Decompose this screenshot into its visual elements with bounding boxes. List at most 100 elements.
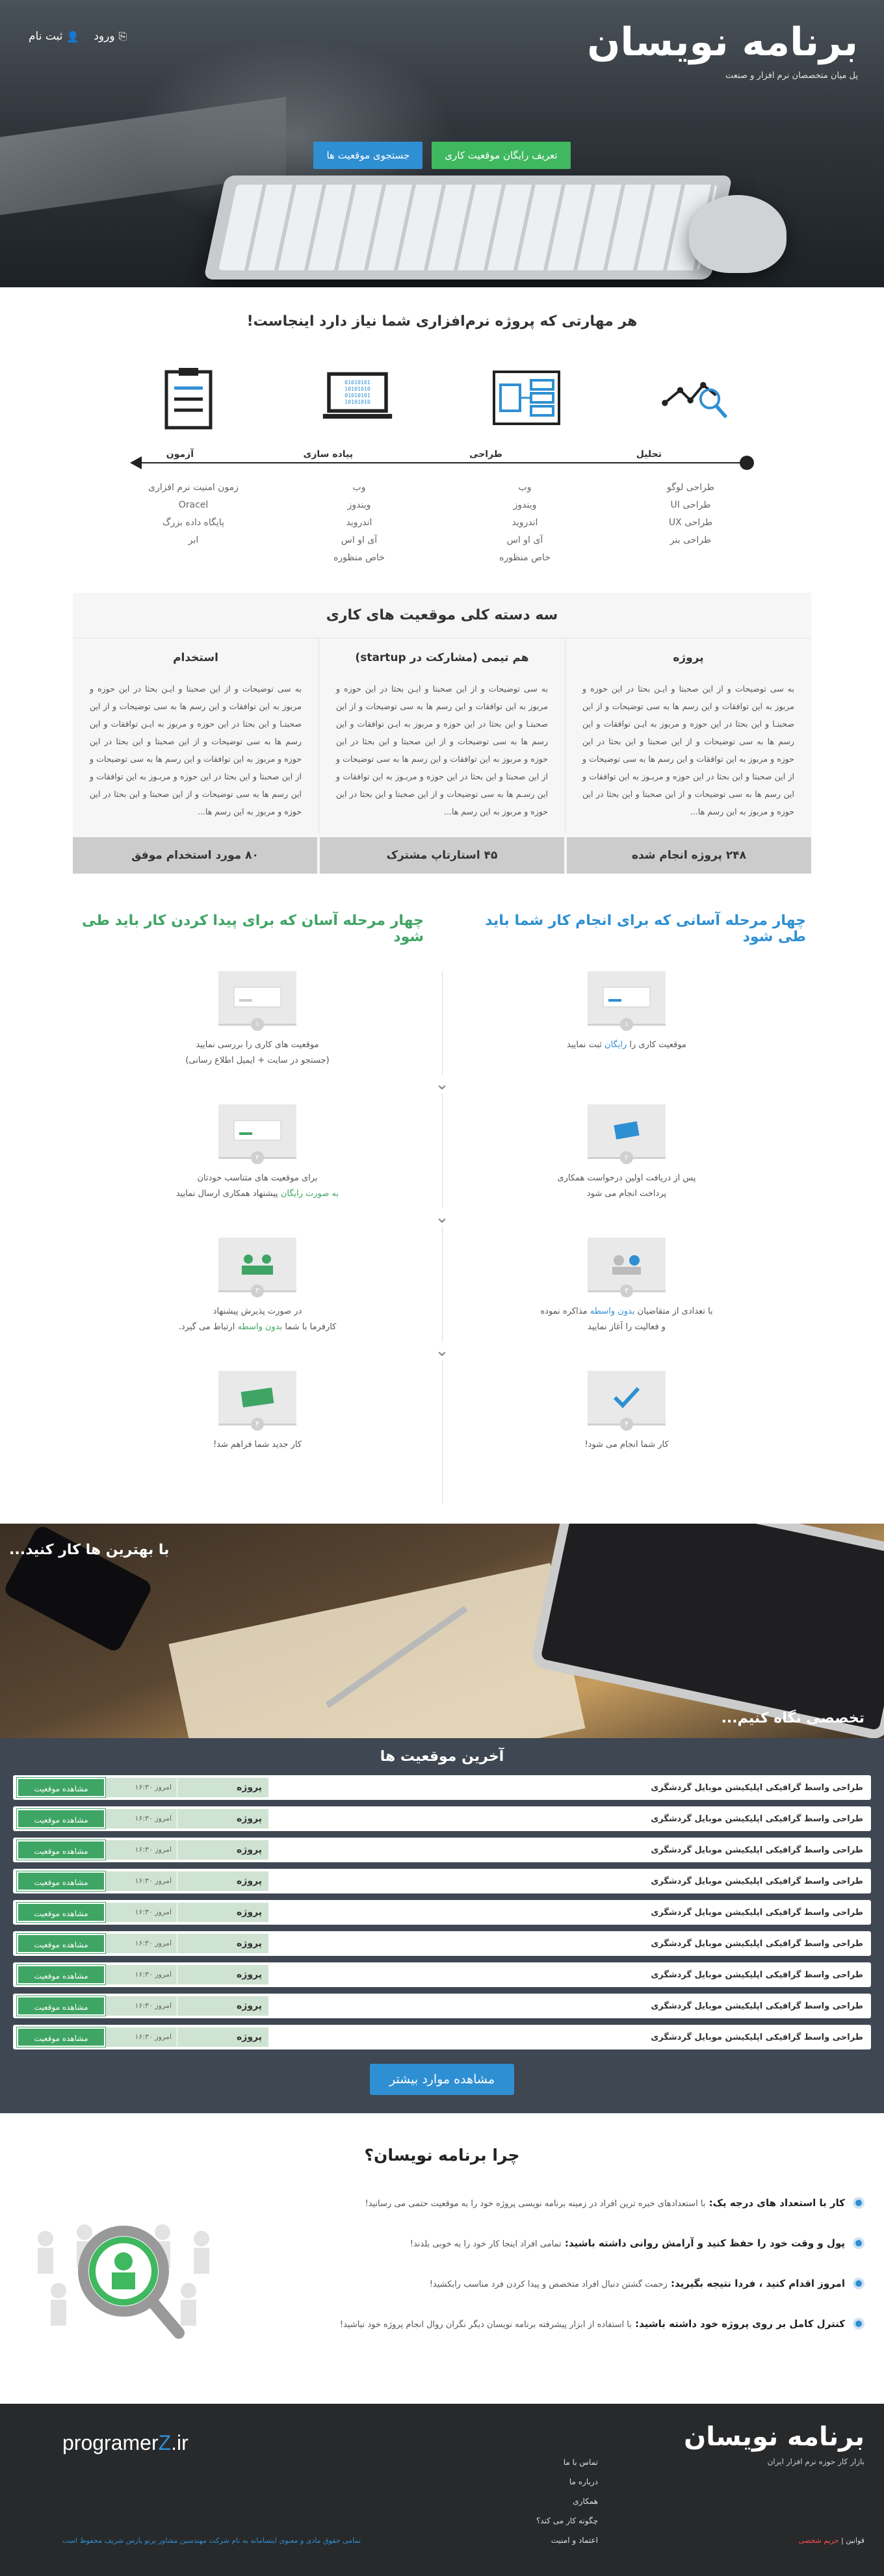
job-title[interactable]: طراحی واسط گرافیکی اپلیکیشن موبایل گردشگ… [268,1845,867,1855]
svg-text:01010101: 01010101 [344,379,370,385]
view-job-button[interactable]: مشاهده موقعیت [16,1840,106,1860]
job-title[interactable]: طراحی واسط گرافیکی اپلیکیشن موبایل گردشگ… [268,1814,867,1824]
footer-logo[interactable]: برنامه نویسان بازار کار حوزه نرم افزار ا… [684,2422,864,2466]
step-text-part: ثبت نمایید [567,1040,605,1050]
view-job-button[interactable]: مشاهده موقعیت [16,1871,106,1892]
job-title[interactable]: طراحی واسط گرافیکی اپلیکیشن موبایل گردشگ… [268,2001,867,2011]
step-illustration-icon: ۲ [218,1104,296,1164]
step-item: ۲ برای موقعیت های متناسب خودتان به صورت ر… [176,1104,339,1238]
why-section: چرا برنامه نویسان؟ کار با استعداد های در… [0,2113,884,2404]
skill-item: طراحی UX [668,517,713,528]
job-row[interactable]: طراحی واسط گرافیکی اپلیکیشن موبایل گردشگ… [13,1838,871,1862]
step-item: ۳ با تعدادی از متقاضیان بدون واسطه مذاکره… [540,1238,713,1371]
step-number: ۴ [620,1418,633,1431]
step-text-highlight: بدون واسطه [237,1322,283,1332]
step-number: ۲ [251,1151,264,1164]
job-title[interactable]: طراحی واسط گرافیکی اپلیکیشن موبایل گردشگ… [268,1908,867,1918]
stage-implementation: پیاده سازی [295,449,361,460]
footer-brand: programerZ.ir [62,2431,188,2455]
step-illustration-icon: ۱ [588,971,666,1031]
job-row[interactable]: طراحی واسط گرافیکی اپلیکیشن موبایل گردشگ… [13,1931,871,1956]
why-desc: زحمت گشتن دنبال افراد متخصص و پیدا کردن … [429,2280,668,2289]
job-row[interactable]: طراحی واسط گرافیکی اپلیکیشن موبایل گردشگ… [13,1869,871,1893]
step-number: ۲ [620,1151,633,1164]
footer-logo-text: برنامه نویسان [684,2422,864,2452]
search-jobs-button[interactable]: جستجوی موقعیت ها [313,142,423,169]
job-row[interactable]: طراحی واسط گرافیکی اپلیکیشن موبایل گردشگ… [13,1775,871,1800]
view-job-button[interactable]: مشاهده موقعیت [16,2027,106,2048]
step-illustration-icon: ۳ [588,1238,666,1297]
skills-title: هر مهارتی که پروژه نرم‌افزاری شما نیاز د… [246,313,638,330]
steps-section: چهار مرحله آسانی که برای انجام کار شما ب… [73,913,811,1504]
skill-item: زمون امنیت نرم افزاری [148,482,239,493]
brand-part: .ir [171,2431,188,2454]
skill-icons: 01010101 10101010 01010101 10101010 [0,362,884,434]
skill-item: ابر [188,535,199,545]
bullet-icon [853,2197,864,2209]
steps-employer-column: ۱ موقعیت کاری را رایگان ثبت نمایید ۲ پس از … [442,971,811,1504]
skills-section: هر مهارتی که پروژه نرم‌افزاری شما نیاز د… [0,287,884,580]
skill-item: طراحی بنر [670,535,712,545]
step-text: موقعیت های کاری را بررسی نمایید (جستجو د… [185,1037,329,1069]
step-item: ۲ پس از دریافت اولین درخواست همکاری پرداخ… [557,1104,696,1238]
step-text-part: کار جدید شما فراهم شد! [213,1440,302,1450]
hero-mouse-image [689,195,786,273]
job-date: امروز ۱۶:۳۰ [105,1840,177,1860]
step-text: کار جدید شما فراهم شد! [213,1437,302,1453]
define-job-button[interactable]: تعریف رایگان موقعیت کاری [432,142,571,169]
why-bold: امروز اقدام کنید ، فردا نتیجه بگیرید: [667,2278,845,2289]
stage-testing: آزمون [158,449,202,460]
category-teammate: هم تیمی (مشارکت در startup) به سی توضیحا… [318,638,565,833]
view-job-button[interactable]: مشاهده موقعیت [16,1964,106,1985]
footer-link-trust[interactable]: اعتماد و امنیت [536,2530,598,2550]
job-row[interactable]: طراحی واسط گرافیکی اپلیکیشن موبایل گردشگ… [13,1900,871,1925]
why-bold: کار با استعداد های درجه یک: [705,2197,845,2209]
skill-item: اندروید [346,517,372,528]
job-row[interactable]: طراحی واسط گرافیکی اپلیکیشن موبایل گردشگ… [13,1962,871,1987]
step-illustration-icon: ۱ [218,971,296,1031]
step-item: ۱ موقعیت کاری را رایگان ثبت نمایید [567,971,686,1104]
rules-link[interactable]: قوانین [846,2536,864,2545]
job-date: امروز ۱۶:۳۰ [105,1934,177,1953]
view-more-button[interactable]: مشاهده موارد بیشتر [369,2064,515,2095]
step-text: برای موقعیت های متناسب خودتان به صورت را… [176,1171,339,1202]
svg-text:01010101: 01010101 [344,392,370,398]
job-title[interactable]: طراحی واسط گرافیکی اپلیکیشن موبایل گردشگ… [268,1970,867,1980]
login-link[interactable]: ⎘ ورود [94,30,127,43]
register-link[interactable]: 👤 ثبت نام [29,30,79,43]
footer-link-cooperation[interactable]: همکاری [536,2491,598,2511]
job-title[interactable]: طراحی واسط گرافیکی اپلیکیشن موبایل گردشگ… [268,1783,867,1793]
privacy-link[interactable]: حریم شخصی [799,2536,839,2545]
login-label: ورود [94,30,115,43]
site-logo[interactable]: برنامه نویسان پل میان متخصصان نرم افزار … [587,23,858,81]
why-item: کار با استعداد های درجه یک: با استعدادها… [228,2197,864,2209]
step-text-part: برای موقعیت های متناسب خودتان [197,1173,318,1183]
view-job-button[interactable]: مشاهده موقعیت [16,1933,106,1954]
top-bar: برنامه نویسان پل میان متخصصان نرم افزار … [0,13,884,81]
job-categories: سه دسته کلی موقعیت های کاری پروژه به سی … [73,593,811,874]
job-title[interactable]: طراحی واسط گرافیکی اپلیکیشن موبایل گردشگ… [268,1877,867,1886]
why-desc: با استعدادهای خبره ترین افراد در زمینه ب… [365,2199,706,2209]
job-row[interactable]: طراحی واسط گرافیکی اپلیکیشن موبایل گردشگ… [13,1806,871,1831]
footer-link-how-it-works[interactable]: چگونه کار می کند؟ [536,2511,598,2530]
job-title[interactable]: طراحی واسط گرافیکی اپلیکیشن موبایل گردشگ… [268,2033,867,2042]
job-title[interactable]: طراحی واسط گرافیکی اپلیکیشن موبایل گردشگ… [268,1939,867,1949]
view-job-button[interactable]: مشاهده موقعیت [16,1996,106,2016]
job-row[interactable]: طراحی واسط گرافیکی اپلیکیشن موبایل گردشگ… [13,2025,871,2049]
view-job-button[interactable]: مشاهده موقعیت [16,1808,106,1829]
why-item: امروز اقدام کنید ، فردا نتیجه بگیرید: زح… [228,2278,864,2289]
view-job-button[interactable]: مشاهده موقعیت [16,1902,106,1923]
footer-link-contact[interactable]: تماس با ما [536,2452,598,2472]
view-job-button[interactable]: مشاهده موقعیت [16,1777,106,1798]
skill-item: طراحی UI [670,500,711,510]
analysis-chart-icon [660,362,731,434]
stage-column-implementation: وب ویندوز اندروید آی او اس خاص منظوره [296,479,422,567]
banner-tablet-image [529,1524,884,1738]
why-bold: پول و وقت خود را حفظ کنید و آرامش روانی … [561,2237,845,2249]
footer-link-about[interactable]: درباره ما [536,2472,598,2491]
step-text-part: موقعیت های کاری را بررسی نمایید (جستجو د… [185,1040,330,1065]
job-row[interactable]: طراحی واسط گرافیکی اپلیکیشن موبایل گردشگ… [13,1994,871,2018]
job-type-badge: پروژه [177,1965,268,1984]
step-text: در صورت پذیرش پیشنهاد کارفرما با شما بدو… [179,1304,337,1335]
category-text: به سی توضیحات و از این صحبتا و ایـن بحثا… [582,684,794,816]
